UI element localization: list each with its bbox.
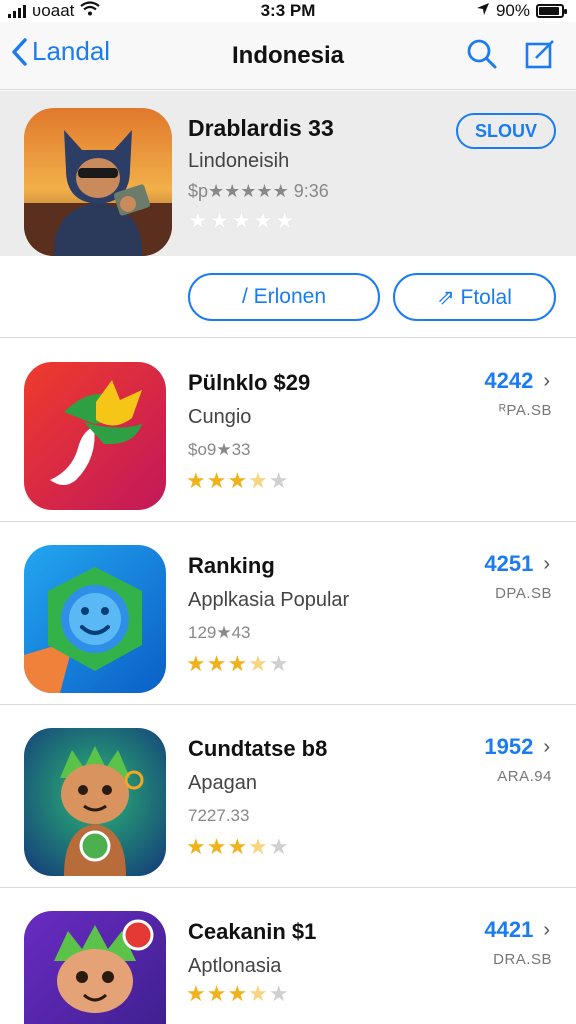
featured-app[interactable]: Drablardis 33 Lindoneisih $p★★★★★ 9:36 ★… <box>0 91 576 256</box>
app-name: Cundtatse b8 <box>188 736 328 761</box>
carrier-label: ʋoaat <box>32 1 75 20</box>
chevron-left-icon <box>12 37 27 66</box>
chevron-right-icon: › <box>543 735 550 758</box>
app-icon <box>24 728 166 876</box>
app-icon <box>24 545 166 693</box>
featured-app-title: Drablardis 33 <box>188 115 334 141</box>
app-list-item[interactable]: Ranking Applkasia Popular 129★43 ★★★★★ 4… <box>0 523 576 705</box>
app-category: Apagan <box>188 772 257 794</box>
signal-icon <box>8 4 26 18</box>
action-bar: / Erlonen ⇗ Ftolal <box>0 256 576 338</box>
star-rating: ★★★★★ <box>186 468 290 493</box>
ftolal-button[interactable]: ⇗ Ftolal <box>393 273 556 321</box>
app-meta: 129★43 <box>188 623 251 642</box>
star-rating: ★★★★★ <box>186 651 290 676</box>
location-icon <box>476 1 490 21</box>
app-category: Cungio <box>188 406 252 428</box>
battery-fill <box>539 7 559 15</box>
app-icon <box>24 911 166 1024</box>
app-size: ᴿPA.SB <box>499 402 552 419</box>
chevron-right-icon: › <box>543 918 550 941</box>
nav-bar: Landal Indonesia <box>0 22 576 90</box>
search-icon[interactable] <box>466 38 498 75</box>
battery-percent: 90% <box>495 1 530 20</box>
app-rank-value: 4421 <box>484 917 534 942</box>
app-list-item[interactable]: Pülnklo $29 Cungio $o9★33 ★★★★★ 4242 › ᴿP… <box>0 340 576 522</box>
app-list-item[interactable]: Cundtatse b8 Apagan 7227.33 ★★★★★ 1952 › … <box>0 706 576 888</box>
featured-app-icon <box>24 108 172 256</box>
app-rank: 1952 › <box>484 734 550 760</box>
app-rank: 4421 › <box>484 917 550 943</box>
app-size: DRA.SB <box>493 951 552 968</box>
wifi-icon <box>80 1 101 21</box>
app-rank: 4242 › <box>484 368 550 394</box>
app-name: Ceakanin $1 <box>188 919 317 944</box>
app-size: DPA.SB <box>495 585 552 602</box>
featured-app-meta: $p★★★★★ 9:36 <box>188 181 329 201</box>
back-label: Landal <box>32 36 111 66</box>
back-button[interactable]: Landal <box>10 36 110 67</box>
app-rank-value: 4242 <box>484 368 534 393</box>
app-name: Ranking <box>188 553 275 578</box>
app-category: Aptlonasia <box>188 955 282 977</box>
featured-app-stars: ★★★★★ <box>188 208 297 233</box>
app-meta: 7227.33 <box>188 806 250 825</box>
star-rating: ★★★★★ <box>186 834 290 859</box>
app-icon <box>24 362 166 510</box>
status-bar: ʋoaat 3:3 PM 90% <box>0 0 576 22</box>
featured-app-subtitle: Lindoneisih <box>188 150 290 172</box>
featured-get-button[interactable]: SLOUV <box>456 113 556 149</box>
chevron-right-icon: › <box>543 369 550 392</box>
app-category: Applkasia Popular <box>188 589 350 611</box>
app-meta: $o9★33 <box>188 440 251 459</box>
app-name: Pülnklo $29 <box>188 370 311 395</box>
compose-icon[interactable] <box>524 38 556 75</box>
chevron-right-icon: › <box>543 552 550 575</box>
app-size: ARA.94 <box>497 768 552 785</box>
battery-icon <box>536 4 567 18</box>
erlonen-button[interactable]: / Erlonen <box>188 273 380 321</box>
app-rank: 4251 › <box>484 551 550 577</box>
app-list-item[interactable]: Ceakanin $1 Aptlonasia ★★★★★ 4421 › DRA.S… <box>0 889 576 1024</box>
star-rating: ★★★★★ <box>186 981 290 1006</box>
app-rank-value: 4251 <box>484 551 534 576</box>
app-rank-value: 1952 <box>484 734 534 759</box>
